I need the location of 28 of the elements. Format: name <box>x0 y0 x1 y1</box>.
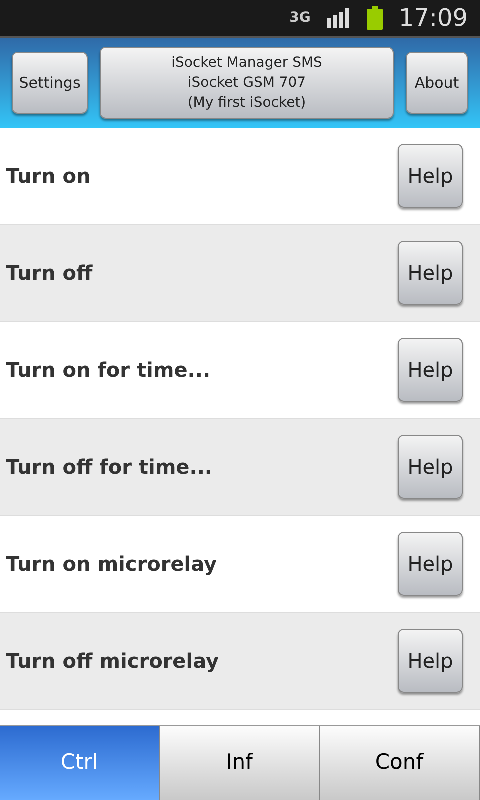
help-button[interactable]: Help <box>398 338 463 402</box>
help-button[interactable]: Help <box>398 532 463 596</box>
command-label: Turn on <box>6 163 91 190</box>
clock: 17:09 <box>398 3 468 34</box>
title-line: iSocket Manager SMS <box>172 54 322 73</box>
command-label: Turn off for time... <box>6 454 213 481</box>
command-row[interactable]: Turn off microrelay Help <box>0 613 480 710</box>
device-title-button[interactable]: iSocket Manager SMS iSocket GSM 707 (My first iSocket) <box>100 47 394 119</box>
tab[interactable]: Ctrl <box>0 726 160 800</box>
command-label: Turn off <box>6 260 93 287</box>
tab[interactable]: Conf <box>320 726 480 800</box>
command-row[interactable]: Turn off for time... Help <box>0 419 480 516</box>
settings-button[interactable]: Settings <box>12 52 88 114</box>
help-button[interactable]: Help <box>398 144 463 208</box>
command-row[interactable]: Turn off Help <box>0 225 480 322</box>
help-button[interactable]: Help <box>398 241 463 305</box>
command-label: Turn on for time... <box>6 357 211 384</box>
help-button[interactable]: Help <box>398 435 463 499</box>
battery-icon <box>366 6 383 30</box>
tab[interactable]: Inf <box>160 726 320 800</box>
command-label: Turn on microrelay <box>6 551 218 578</box>
title-line: iSocket GSM 707 <box>188 74 306 93</box>
about-button[interactable]: About <box>406 52 468 114</box>
command-label: Turn off microrelay <box>6 648 220 675</box>
signal-icon <box>326 8 351 28</box>
help-button[interactable]: Help <box>398 629 463 693</box>
network-type: 3G <box>290 11 311 25</box>
title-line: (My first iSocket) <box>188 94 306 113</box>
